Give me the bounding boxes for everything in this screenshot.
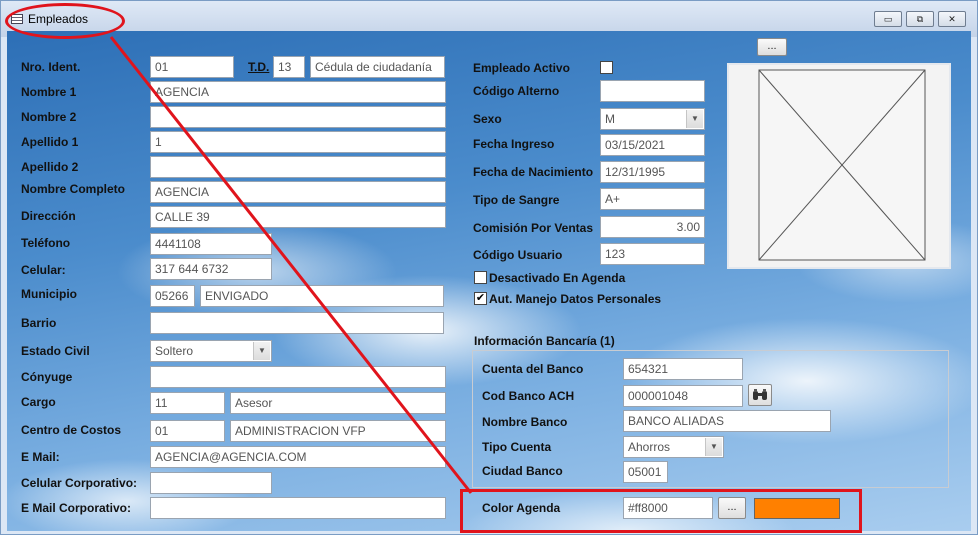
nro-ident-field[interactable]: 01 [150,56,234,78]
ciudad-banco-label: Ciudad Banco [482,464,563,478]
municipio-name-field: ENVIGADO [200,285,444,307]
desactivado-agenda-label: Desactivado En Agenda [489,271,626,285]
employee-photo[interactable] [727,63,951,269]
cod-ach-field[interactable]: 000001048 [623,385,743,407]
apellido1-field[interactable]: 1 [150,131,446,153]
cargo-code-field[interactable]: 11 [150,392,225,414]
telefono-label: Teléfono [21,236,71,250]
fecha-nacimiento-label: Fecha de Nacimiento [473,165,594,179]
email-field[interactable]: AGENCIA@AGENCIA.COM [150,446,446,468]
aut-manejo-checkbox[interactable]: ✔ [474,292,487,305]
nombre-banco-label: Nombre Banco [482,415,568,429]
tipo-cuenta-select[interactable]: Ahorros ▼ [623,436,724,458]
tipo-cuenta-value: Ahorros [628,440,671,454]
barrio-label: Barrio [21,316,57,330]
empleado-activo-checkbox[interactable] [600,61,613,74]
apellido2-field[interactable] [150,156,446,178]
binoculars-glyph [753,389,767,400]
direccion-label: Dirección [21,209,76,223]
email-label: E Mail: [21,450,60,464]
nombre1-label: Nombre 1 [21,85,77,99]
conyuge-label: Cónyuge [21,370,73,384]
annotation-rectangle [460,489,862,533]
nombre2-label: Nombre 2 [21,110,77,124]
bank-group-title: Información Bancaría (1) [474,334,615,348]
binoculars-icon[interactable] [748,384,772,406]
centro-costos-code-field[interactable]: 01 [150,420,225,442]
email-corp-field[interactable] [150,497,446,519]
td-link[interactable]: T.D. [248,60,269,74]
sexo-label: Sexo [473,112,502,126]
image-placeholder-icon [758,69,926,261]
empleado-activo-label: Empleado Activo [473,61,570,75]
fecha-ingreso-field[interactable]: 03/15/2021 [600,134,705,156]
telefono-field[interactable]: 4441108 [150,233,272,255]
barrio-field[interactable] [150,312,444,334]
conyuge-field[interactable] [150,366,446,388]
email-corp-label: E Mail Corporativo: [21,501,132,515]
cargo-label: Cargo [21,395,56,409]
annotation-ellipse [5,3,125,39]
codigo-usuario-field[interactable]: 123 [600,243,705,265]
centro-costos-label: Centro de Costos [21,423,122,437]
fecha-ingreso-label: Fecha Ingreso [473,137,555,151]
nombre1-field[interactable]: AGENCIA [150,81,446,103]
cod-ach-label: Cod Banco ACH [482,389,575,403]
nombre-completo-label: Nombre Completo [21,182,126,196]
codigo-usuario-label: Código Usuario [473,248,563,262]
celular-corp-label: Celular Corporativo: [21,476,138,490]
direccion-field[interactable]: CALLE 39 [150,206,446,228]
cuenta-banco-field[interactable]: 654321 [623,358,743,380]
codigo-alterno-label: Código Alterno [473,84,560,98]
fecha-nacimiento-field[interactable]: 12/31/1995 [600,161,705,183]
nombre-banco-field: BANCO ALIADAS [623,410,831,432]
celular-label: Celular: [21,263,66,277]
municipio-label: Municipio [21,287,77,301]
centro-costos-name-field: ADMINISTRACION VFP [230,420,446,442]
apellido2-label: Apellido 2 [21,160,79,174]
nombre2-field[interactable] [150,106,446,128]
estado-civil-label: Estado Civil [21,344,90,358]
photo-browse-button[interactable]: ... [757,38,787,56]
celular-field[interactable]: 317 644 6732 [150,258,272,280]
close-button[interactable]: ✕ [938,11,966,27]
td-code-field[interactable]: 13 [273,56,305,78]
chevron-down-icon[interactable]: ▼ [686,110,703,128]
tipo-sangre-label: Tipo de Sangre [473,193,560,207]
sexo-value: M [605,112,615,126]
form-area: Nro. Ident. 01 T.D. 13 Cédula de ciudada… [7,31,971,531]
estado-civil-value: Soltero [155,344,194,358]
apellido1-label: Apellido 1 [21,135,79,149]
municipio-code-field[interactable]: 05266 [150,285,195,307]
cuenta-banco-label: Cuenta del Banco [482,362,584,376]
nombre-completo-field[interactable]: AGENCIA [150,181,446,203]
tipo-cuenta-label: Tipo Cuenta [482,440,552,454]
celular-corp-field[interactable] [150,472,272,494]
nro-ident-label: Nro. Ident. [21,60,81,74]
td-description-field: Cédula de ciudadanía [310,56,445,78]
comision-field[interactable]: 3.00 [600,216,705,238]
estado-civil-select[interactable]: Soltero ▼ [150,340,272,362]
cargo-name-field: Asesor [230,392,446,414]
chevron-down-icon[interactable]: ▼ [253,342,270,360]
tipo-sangre-field[interactable]: A+ [600,188,705,210]
comision-label: Comisión Por Ventas [473,221,594,235]
aut-manejo-label: Aut. Manejo Datos Personales [489,292,662,306]
minimize-button[interactable]: ▭ [874,11,902,27]
desactivado-agenda-checkbox[interactable] [474,271,487,284]
restore-button[interactable]: ⧉ [906,11,934,27]
ciudad-banco-field[interactable]: 05001 [623,461,668,483]
empleados-window: Empleados ▭ ⧉ ✕ Nro. Ident. 01 T.D. 13 C… [0,0,978,535]
chevron-down-icon[interactable]: ▼ [705,438,722,456]
codigo-alterno-field[interactable] [600,80,705,102]
sexo-select[interactable]: M ▼ [600,108,705,130]
